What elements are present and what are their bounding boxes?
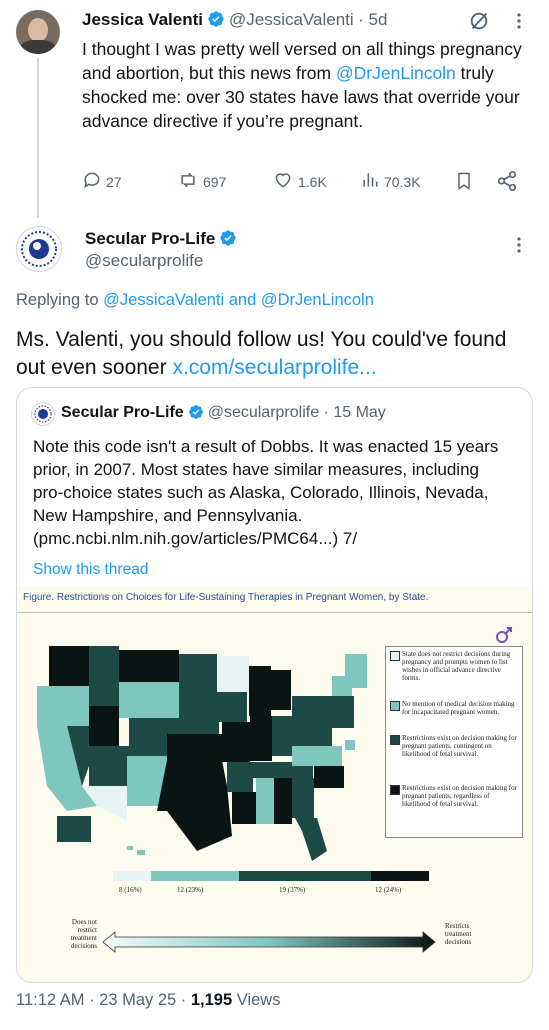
legend-label-2: No mention of medical decision making fo…: [402, 700, 515, 716]
bookmark-icon[interactable]: [454, 170, 474, 197]
figure-image: Figure. Restrictions on Choices for Life…: [17, 586, 532, 982]
figure-divider: [17, 612, 532, 613]
legend-label-4: Restrictions exist on decision making fo…: [402, 784, 517, 808]
thread-line: [37, 58, 39, 218]
bar-segment-3: [239, 871, 371, 881]
footer-views-count: 1,195: [190, 991, 233, 1009]
avatar-secularprolife[interactable]: [16, 226, 62, 272]
replying-prefix: Replying to: [16, 291, 104, 309]
verified-icon: [207, 10, 225, 33]
quote-header: Secular Pro-Life @secularprolife · 15 May: [61, 404, 386, 425]
tweet2-text: Ms. Valenti, you should follow us! You c…: [16, 326, 536, 382]
bar-segment-4: [371, 871, 429, 881]
bar-segment-2: [151, 871, 239, 881]
avatar-jessica[interactable]: [16, 10, 60, 54]
quote-author-name: Secular Pro-Life: [61, 404, 184, 421]
legend-swatch-1: [390, 651, 400, 661]
bar-label-4: 12 (24%): [375, 886, 402, 894]
bar-segment-1: [113, 871, 151, 881]
reply-button[interactable]: 27: [82, 170, 122, 193]
legend-swatch-3: [390, 735, 400, 745]
mention-link[interactable]: @DrJenLincoln: [336, 63, 456, 83]
legend-label-3: Restrictions exist on decision making fo…: [402, 734, 517, 758]
distribution-bar: [113, 871, 429, 881]
tweet2-header: Secular Pro-Life: [85, 229, 241, 252]
quote-timestamp: · 15 May: [323, 404, 386, 421]
scale-right-label: Restricts treatment decisions: [445, 922, 472, 946]
author-name[interactable]: Secular Pro-Life: [85, 229, 215, 248]
repost-button[interactable]: 697: [177, 170, 226, 193]
more-options-icon[interactable]: [517, 12, 525, 35]
more-options-icon[interactable]: [517, 236, 521, 259]
reply-count: 27: [106, 173, 122, 190]
quote-tweet-card[interactable]: Secular Pro-Life @secularprolife · 15 May…: [16, 387, 533, 983]
author-handle[interactable]: @secularprolife: [85, 251, 203, 271]
share-icon[interactable]: [496, 170, 518, 197]
verified-icon: [188, 404, 204, 425]
reply-icon: [82, 170, 106, 193]
author-handle[interactable]: @JessicaValenti: [229, 10, 354, 29]
tweet-footer: 11:12 AM · 23 May 25 · 1,195 Views: [16, 991, 280, 1010]
grok-slash-icon[interactable]: [468, 10, 490, 37]
bar-label-3: 19 (37%): [279, 886, 306, 894]
gradient-arrow: [102, 931, 436, 953]
tweet1-text: I thought I was pretty well versed on al…: [82, 37, 522, 133]
views-button[interactable]: 70.3K: [360, 170, 421, 193]
like-count: 1.6K: [298, 173, 327, 190]
footer-views-label: Views: [232, 991, 281, 1009]
legend-swatch-4: [390, 785, 400, 795]
replying-to-link[interactable]: @JessicaValenti and @DrJenLincoln: [103, 291, 374, 309]
tweet1-actions: 27 697 1.6K 70.3K: [82, 170, 522, 192]
show-thread-link[interactable]: Show this thread: [33, 561, 148, 579]
profile-link[interactable]: x.com/secularprolife...: [172, 356, 376, 379]
figure-legend: State does not restrict decisions during…: [385, 646, 523, 838]
views-count: 70.3K: [384, 173, 421, 190]
views-icon: [360, 170, 384, 193]
tweet1-header: Jessica Valenti @JessicaValenti · 5d: [82, 10, 387, 33]
legend-swatch-2: [390, 701, 400, 711]
like-button[interactable]: 1.6K: [272, 170, 327, 193]
heart-icon: [272, 170, 298, 193]
repost-icon: [177, 170, 203, 193]
us-map: [37, 646, 367, 861]
quote-text: Note this code isn't a result of Dobbs. …: [33, 437, 499, 548]
figure-title: Figure. Restrictions on Choices for Life…: [23, 592, 429, 603]
quote-avatar: [31, 402, 55, 426]
replying-to: Replying to @JessicaValenti and @DrJenLi…: [16, 291, 374, 310]
timestamp[interactable]: · 5d: [358, 10, 387, 29]
mars-symbol-icon: [496, 627, 512, 643]
legend-label-1: State does not restrict decisions during…: [402, 650, 511, 682]
scale-left-label: Does not restrict treatment decisions: [70, 918, 97, 950]
bar-label-1: 8 (16%): [119, 886, 142, 894]
footer-timestamp[interactable]: 11:12 AM · 23 May 25 ·: [16, 991, 191, 1009]
quote-author-handle: @secularprolife: [207, 404, 320, 421]
repost-count: 697: [203, 173, 227, 190]
author-name[interactable]: Jessica Valenti: [82, 10, 203, 29]
verified-icon: [219, 229, 237, 252]
bar-label-2: 12 (23%): [177, 886, 204, 894]
